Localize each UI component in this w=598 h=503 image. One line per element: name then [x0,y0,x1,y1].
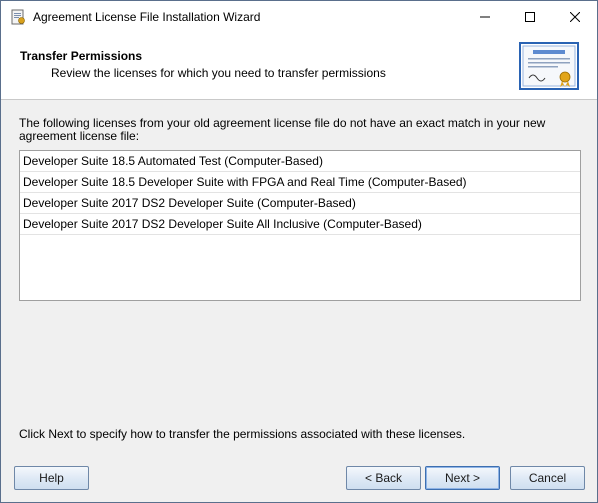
close-icon [569,11,580,22]
cancel-button[interactable]: Cancel [510,466,585,490]
next-button[interactable]: Next > [425,466,500,490]
page-subtitle: Review the licenses for which you need t… [51,66,386,80]
license-list[interactable]: Developer Suite 18.5 Automated Test (Com… [19,150,581,301]
list-item[interactable]: Developer Suite 2017 DS2 Developer Suite… [20,193,580,214]
title-bar[interactable]: Agreement License File Installation Wiza… [1,1,597,32]
app-icon [11,9,25,25]
help-button[interactable]: Help [14,466,89,490]
maximize-icon [524,11,535,22]
footer-instruction: Click Next to specify how to transfer th… [19,427,466,441]
list-item[interactable]: Developer Suite 18.5 Developer Suite wit… [20,172,580,193]
page-title: Transfer Permissions [20,49,143,63]
wizard-header: Transfer Permissions Review the licenses… [1,32,597,100]
maximize-button[interactable] [507,1,552,32]
list-item[interactable]: Developer Suite 18.5 Automated Test (Com… [20,151,580,172]
minimize-button[interactable] [462,1,507,32]
intro-text: The following licenses from your old agr… [19,116,546,143]
list-item[interactable]: Developer Suite 2017 DS2 Developer Suite… [20,214,580,235]
wizard-window: Agreement License File Installation Wiza… [0,0,598,503]
close-button[interactable] [552,1,597,32]
back-button[interactable]: < Back [346,466,421,490]
minimize-icon [479,16,490,17]
window-title: Agreement License File Installation Wiza… [33,10,261,24]
certificate-icon [519,42,579,90]
